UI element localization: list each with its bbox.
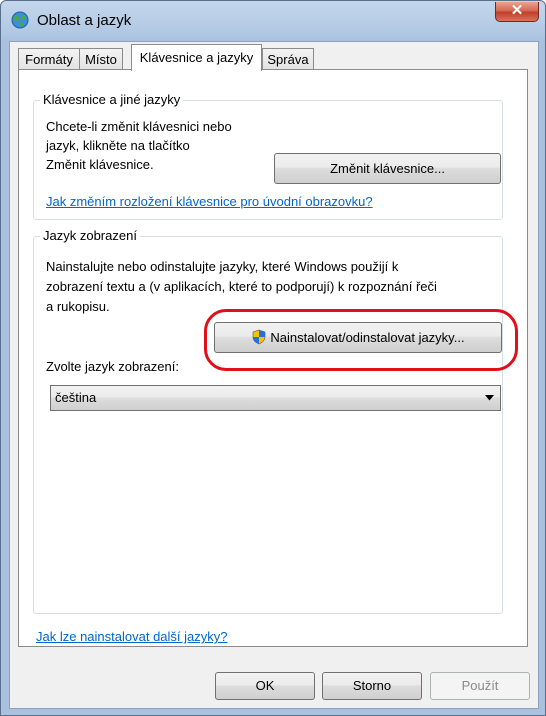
install-languages-label: Nainstalovat/odinstalovat jazyky... [270, 330, 465, 345]
keyboard-group-title: Klávesnice a jiné jazyky [40, 92, 184, 107]
dialog-client-area: Formáty Místo Klávesnice a jazyky Správa… [9, 41, 539, 709]
apply-button[interactable]: Použít [430, 672, 530, 700]
choose-display-language-label: Zvolte jazyk zobrazení: [46, 359, 179, 374]
title-bar[interactable]: Oblast a jazyk ✕ [1, 1, 545, 41]
selected-language: čeština [55, 390, 97, 405]
tab-sprava[interactable]: Správa [262, 48, 314, 69]
tab-panel: Klávesnice a jiné jazyky Chcete-li změni… [18, 69, 528, 647]
ok-button[interactable]: OK [215, 672, 315, 700]
tab-formaty[interactable]: Formáty [18, 48, 80, 69]
display-description-line-3: a rukopisu. [46, 299, 110, 314]
close-button[interactable]: ✕ [495, 2, 539, 22]
dialog-window: Oblast a jazyk ✕ Formáty Místo Klávesnic… [0, 0, 546, 716]
install-languages-button[interactable]: Nainstalovat/odinstalovat jazyky... [214, 322, 502, 353]
tab-klavesnice-a-jazyky[interactable]: Klávesnice a jazyky [131, 44, 262, 71]
keyboard-description-line-1: Chcete-li změnit klávesnici nebo [46, 119, 232, 134]
install-more-languages-link[interactable]: Jak lze nainstalovat další jazyky? [36, 629, 227, 644]
dropdown-arrow-icon [485, 395, 494, 401]
uac-shield-icon [253, 329, 266, 345]
display-description-line-2: zobrazení textu a (v aplikacích, které t… [46, 279, 437, 294]
cancel-button[interactable]: Storno [322, 672, 422, 700]
globe-icon [11, 11, 29, 29]
keyboard-description-line-3: Změnit klávesnice. [46, 157, 154, 172]
display-language-select[interactable]: čeština [50, 385, 501, 411]
tab-misto[interactable]: Místo [79, 48, 123, 69]
keyboard-description-line-2: jazyk, klikněte na tlačítko [46, 138, 190, 153]
window-title: Oblast a jazyk [37, 12, 132, 29]
display-description-line-1: Nainstalujte nebo odinstalujte jazyky, k… [46, 259, 399, 274]
change-keyboards-button[interactable]: Změnit klávesnice... [274, 153, 501, 184]
welcome-screen-keyboard-link[interactable]: Jak změním rozložení klávesnice pro úvod… [46, 194, 373, 209]
display-language-group-title: Jazyk zobrazení [40, 228, 140, 243]
